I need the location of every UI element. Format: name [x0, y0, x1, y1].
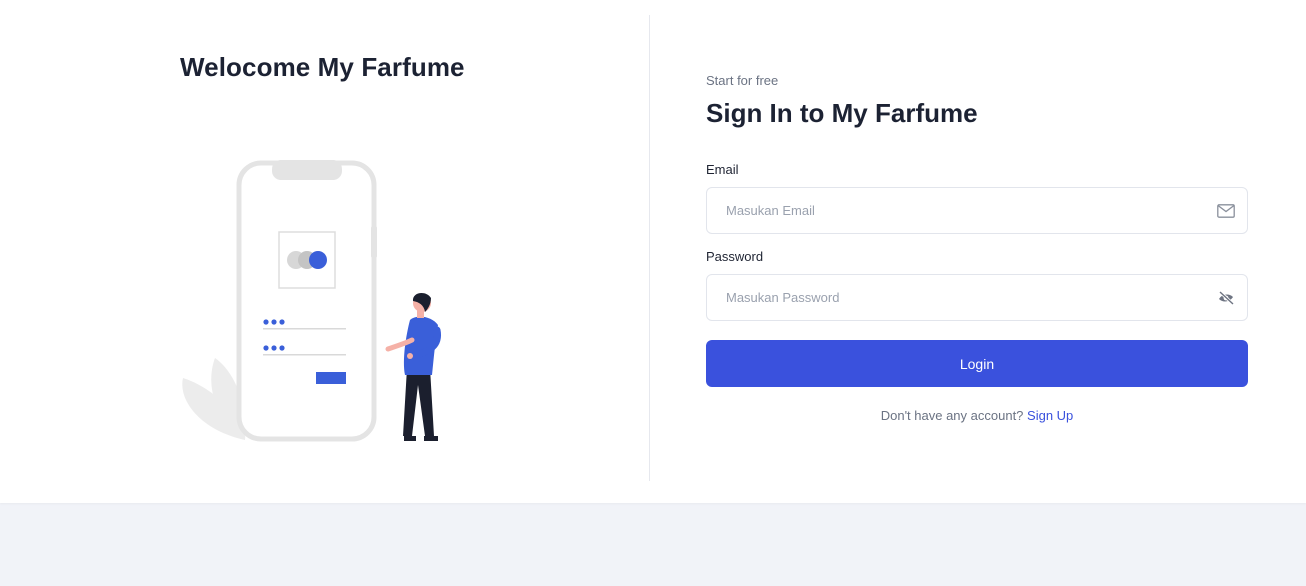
email-label: Email [706, 162, 739, 177]
panel-divider [649, 15, 650, 481]
eyebrow-text: Start for free [706, 73, 779, 88]
signin-panel: Start for free Sign In to My Farfume Ema… [706, 0, 1248, 503]
mail-icon [1216, 201, 1236, 221]
person-figure [385, 292, 442, 441]
phone-mini-button [316, 372, 346, 384]
welcome-title: Welocome My Farfume [180, 52, 465, 82]
phone-login-illustration [182, 160, 442, 442]
phone-notch [272, 160, 342, 180]
login-button[interactable]: Login [706, 340, 1248, 387]
email-input[interactable] [707, 188, 1247, 233]
auth-card: Welocome My Farfume Start for free Sign … [0, 0, 1306, 503]
signin-title: Sign In to My Farfume [706, 98, 978, 128]
password-input[interactable] [707, 275, 1247, 320]
signup-prompt: Don't have any account? [880, 408, 1028, 423]
signup-link[interactable]: Sign Up [1027, 408, 1073, 423]
welcome-panel: Welocome My Farfume [0, 0, 649, 503]
phone-side-button [371, 226, 377, 258]
phone-body [236, 160, 377, 442]
signup-row: Don't have any account? Sign Up [706, 408, 1248, 423]
eye-slash-icon[interactable] [1216, 288, 1236, 308]
plant-leaves [182, 358, 246, 440]
password-label: Password [706, 249, 764, 264]
password-field-wrapper [706, 274, 1248, 321]
email-field-wrapper [706, 187, 1248, 234]
